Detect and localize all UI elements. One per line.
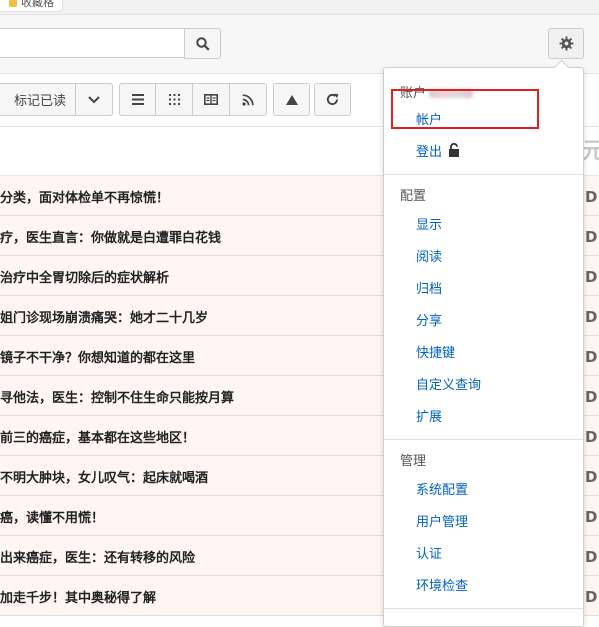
browser-tab[interactable]: 收藏格 (0, 0, 63, 12)
article-title[interactable]: 疗，医生直言：你做就是白遭罪白花钱 (0, 227, 221, 246)
menu-item-admin[interactable]: 系统配置 (416, 479, 468, 498)
lock-open-icon (449, 142, 460, 157)
settings-button[interactable] (548, 28, 584, 59)
feed-icon: D (585, 468, 598, 486)
feed-icon: D (585, 428, 598, 446)
rss-view-button[interactable] (230, 83, 267, 116)
article-title[interactable]: 加走千步！其中奥秘得了解 (0, 587, 156, 606)
list-icon (131, 94, 144, 105)
book-icon (204, 94, 218, 105)
article-title[interactable]: 出来癌症，医生：还有转移的风险 (0, 547, 195, 566)
arrow-up-icon (285, 94, 298, 105)
menu-item-admin[interactable]: 用户管理 (416, 511, 468, 530)
menu-item-config[interactable]: 显示 (416, 214, 442, 233)
feed-icon: D (585, 188, 598, 206)
annotation-highlight-box (391, 89, 539, 129)
feed-icon: D (585, 548, 598, 566)
feed-icon: D (585, 228, 598, 246)
feed-icon: D (585, 388, 598, 406)
settings-dropdown-menu: 账户 帐户 登出 配置 显示 阅读 归档 分享 快捷键 自定义查询 扩展 管理 系统配置 用户… (383, 59, 584, 627)
refresh-icon (326, 93, 339, 106)
menu-item-admin[interactable]: 认证 (416, 543, 442, 562)
menu-item-config[interactable]: 自定义查询 (416, 374, 481, 393)
feed-icon: D (585, 308, 598, 326)
feed-icon: D (585, 268, 598, 286)
menu-divider (384, 439, 583, 440)
menu-divider (384, 174, 583, 175)
chevron-down-icon (88, 95, 100, 103)
app-header (0, 15, 599, 74)
menu-item-logout[interactable]: 登出 (416, 141, 460, 160)
browser-tab-strip: 收藏格 (0, 0, 599, 15)
rss-icon (242, 93, 254, 106)
search-input[interactable] (0, 28, 184, 58)
grid-icon (168, 94, 180, 105)
tab-title: 收藏格 (21, 0, 54, 9)
menu-item-config[interactable]: 扩展 (416, 406, 442, 425)
article-title[interactable]: 前三的癌症，基本都在这些地区！ (0, 427, 195, 446)
mark-read-button[interactable]: 标记已读 (0, 83, 76, 116)
search-button[interactable] (184, 28, 221, 59)
article-title[interactable]: 寻他法，医生：控制不住生命只能按月算 (0, 387, 234, 406)
feed-icon: D (585, 588, 598, 606)
feed-icon: D (585, 508, 598, 526)
search-icon (195, 36, 210, 51)
article-title[interactable]: 镜子不干净？你想知道的都在这里 (0, 347, 195, 366)
reader-view-button[interactable] (193, 83, 230, 116)
article-title[interactable]: 姐门诊现场崩溃痛哭：她才二十几岁 (0, 307, 208, 326)
menu-item-config[interactable]: 分享 (416, 310, 442, 329)
menu-item-admin[interactable]: 环境检查 (416, 575, 468, 594)
gear-icon (558, 36, 574, 51)
global-view-button[interactable] (156, 83, 193, 116)
normal-view-button[interactable] (119, 83, 156, 116)
menu-item-config[interactable]: 归档 (416, 278, 442, 297)
article-title[interactable]: 治疗中全胃切除后的症状解析 (0, 267, 169, 286)
menu-item-config[interactable]: 阅读 (416, 246, 442, 265)
bookmark-icon (9, 0, 17, 7)
feed-header-glyph: 元 (582, 139, 599, 164)
mark-read-dropdown-button[interactable] (76, 83, 113, 116)
feed-icon: D (585, 348, 598, 366)
admin-section-heading: 管理 (400, 454, 427, 469)
menu-item-config[interactable]: 快捷键 (416, 342, 455, 361)
mark-read-label: 标记已读 (13, 94, 66, 109)
menu-divider (384, 608, 583, 609)
article-title[interactable]: 不明大肿块，女儿叹气：起床就喝酒 (0, 467, 208, 486)
article-title[interactable]: 癌，读懂不用慌！ (0, 507, 104, 526)
scroll-up-button[interactable] (273, 83, 310, 116)
refresh-button[interactable] (314, 83, 351, 116)
config-section-heading: 配置 (400, 189, 427, 204)
article-title[interactable]: 分类，面对体检单不再惊慌！ (0, 187, 169, 206)
